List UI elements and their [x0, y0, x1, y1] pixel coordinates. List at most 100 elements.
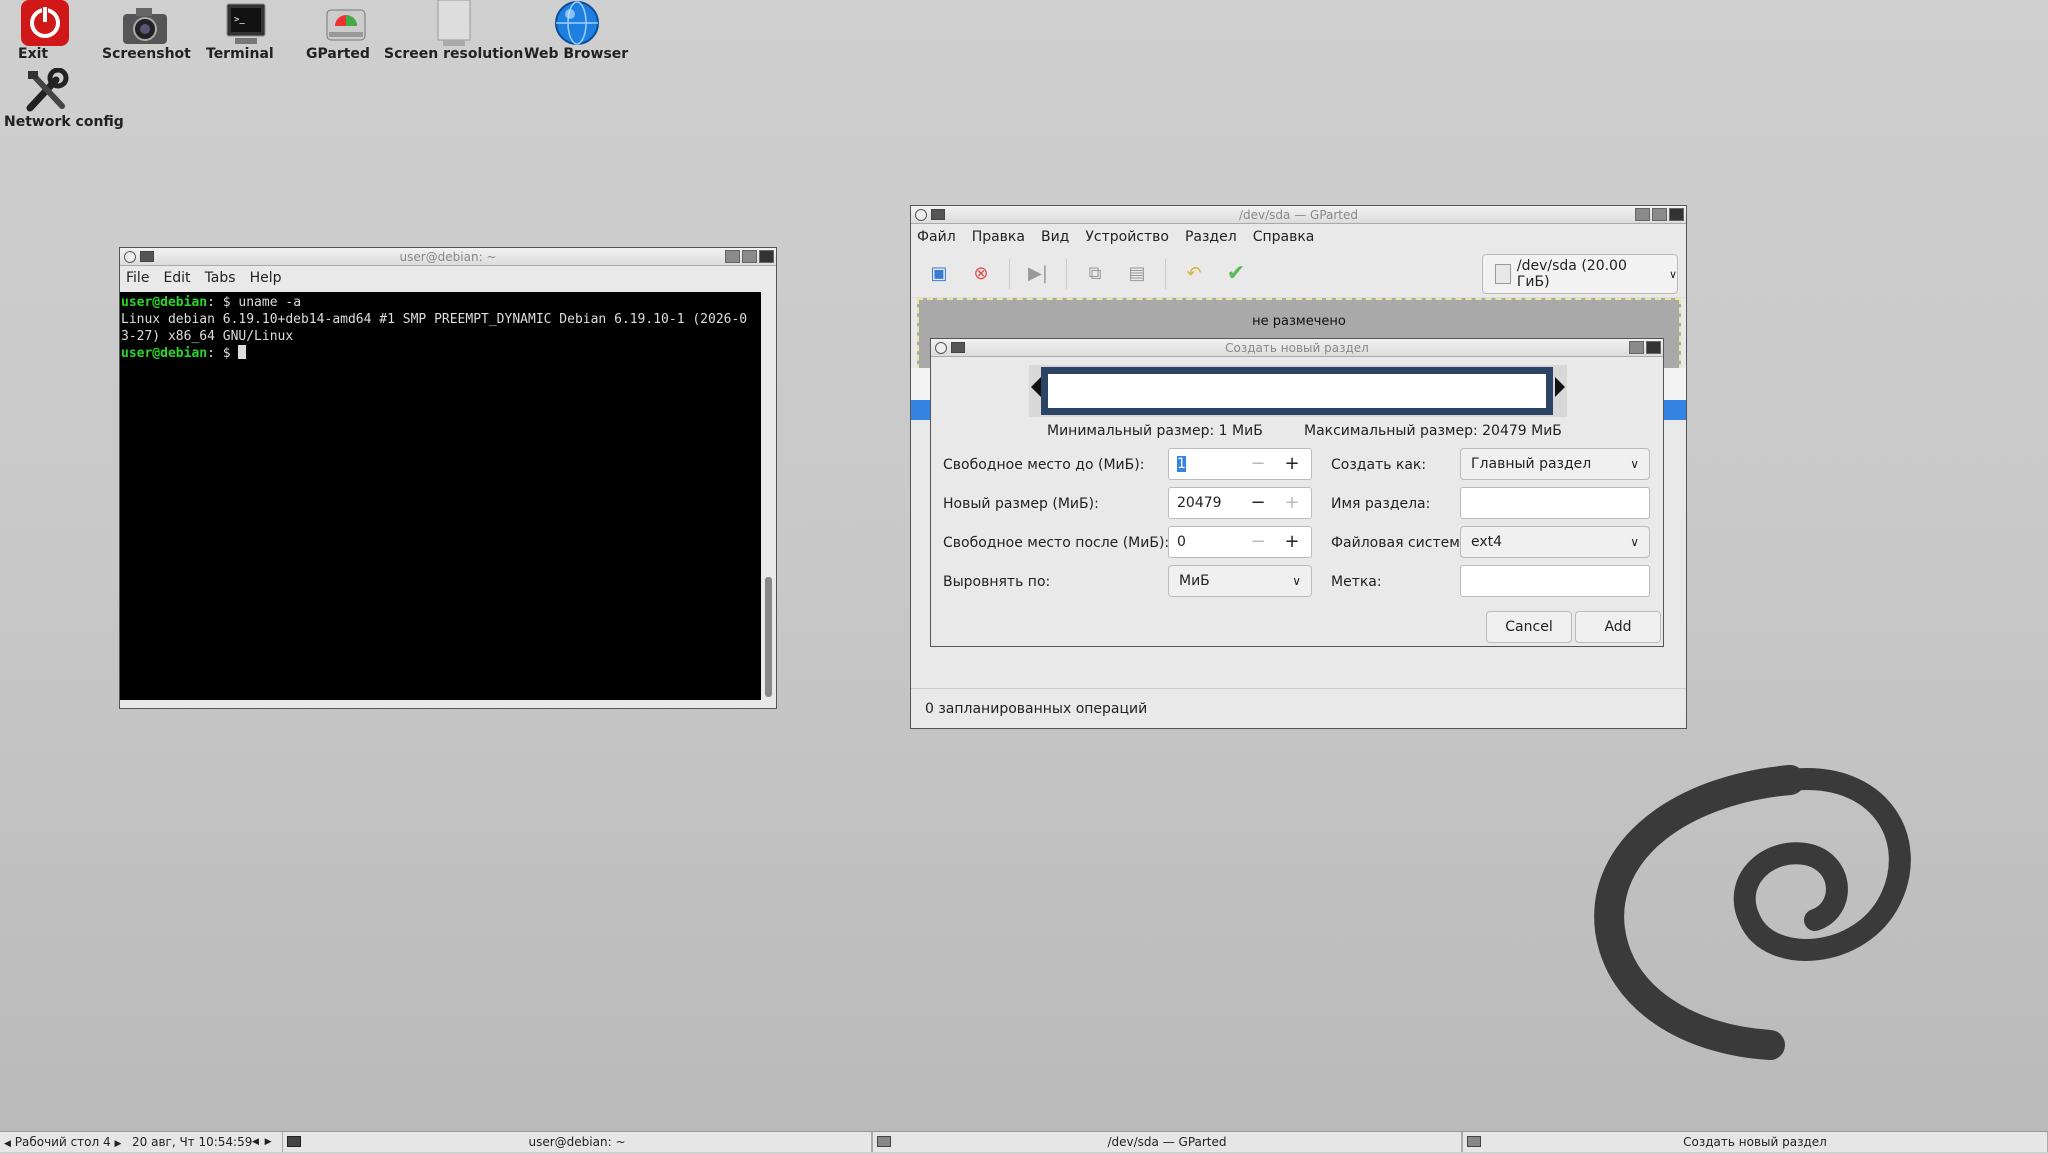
prompt-suffix: : $: [207, 295, 239, 310]
undo-icon[interactable]: ↶: [1180, 260, 1208, 288]
resizer-right-handle[interactable]: [1555, 377, 1565, 397]
network-config-launcher[interactable]: Network config: [4, 67, 124, 130]
window-menu-icon[interactable]: [915, 209, 927, 221]
menu-tabs[interactable]: Tabs: [205, 270, 236, 286]
dialog-titlebar[interactable]: Создать новый раздел: [931, 339, 1663, 357]
window-menu-icon[interactable]: [124, 251, 136, 263]
exit-label: Exit: [18, 46, 49, 62]
window-menu-icon[interactable]: [935, 342, 947, 354]
screenshot-launcher[interactable]: Screenshot: [102, 0, 191, 62]
terminal-output[interactable]: user@debian: $ uname -a Linux debian 6.1…: [120, 292, 761, 700]
create-partition-dialog: Создать новый раздел Минимальный размер:…: [930, 338, 1664, 647]
scrollbar-thumb[interactable]: [765, 577, 772, 697]
gparted-toolbar: ▣ ⊗ ▶| ⧉ ▤ ↶ ✔ /dev/sda (20.00 ГиБ) ∨: [911, 250, 1686, 298]
maximize-button[interactable]: [742, 250, 757, 263]
filesystem-value: ext4: [1471, 534, 1503, 550]
output-line: Linux debian 6.19.10+deb14-amd64 #1 SMP …: [121, 312, 748, 327]
menu-device[interactable]: Устройство: [1085, 229, 1169, 245]
terminal-launcher[interactable]: >_ Terminal: [206, 0, 286, 62]
align-select[interactable]: МиБ ∨: [1168, 565, 1312, 597]
disk-icon: [1495, 264, 1511, 284]
chevron-down-icon: ∨: [1292, 574, 1301, 588]
gparted-launcher[interactable]: GParted: [306, 0, 386, 62]
resizer-bar[interactable]: [1041, 367, 1553, 415]
minimize-button[interactable]: [1635, 208, 1650, 221]
create-as-label: Создать как:: [1331, 457, 1427, 473]
filesystem-select[interactable]: ext4 ∨: [1460, 526, 1650, 558]
menu-partition[interactable]: Раздел: [1185, 229, 1237, 245]
exit-launcher[interactable]: Exit: [18, 0, 72, 62]
partition-resizer[interactable]: [1029, 365, 1567, 417]
menu-edit[interactable]: Правка: [972, 229, 1025, 245]
status-bar: 0 запланированных операций: [911, 688, 1686, 728]
resize-move-icon[interactable]: ▶|: [1024, 260, 1052, 288]
decrement-button[interactable]: −: [1241, 527, 1275, 559]
web-browser-launcher[interactable]: Web Browser: [524, 0, 630, 62]
close-button[interactable]: [759, 250, 774, 263]
label-input[interactable]: [1460, 565, 1650, 597]
arrow-left-icon[interactable]: ◀: [4, 1139, 11, 1149]
clock: 20 авг, Чт 10:54:59: [132, 1135, 253, 1149]
task-gparted[interactable]: /dev/sda — GParted: [872, 1132, 1462, 1152]
terminal-menubar: File Edit Tabs Help: [120, 266, 776, 290]
free-after-value: 0: [1177, 534, 1186, 550]
increment-button[interactable]: +: [1275, 527, 1309, 559]
copy-icon[interactable]: ⧉: [1081, 260, 1109, 288]
minimize-button[interactable]: [725, 250, 740, 263]
paste-icon[interactable]: ▤: [1123, 260, 1151, 288]
decrement-button[interactable]: −: [1241, 449, 1275, 481]
text-cursor: [238, 345, 247, 359]
new-size-input[interactable]: 20479 − +: [1168, 487, 1312, 519]
partition-name-input[interactable]: [1460, 487, 1650, 519]
task-dialog[interactable]: Создать новый раздел: [1462, 1132, 2048, 1152]
terminal-titlebar[interactable]: user@debian: ~: [120, 248, 776, 266]
menu-file[interactable]: File: [126, 270, 149, 286]
maximize-button[interactable]: [1652, 208, 1667, 221]
arrow-right-icon[interactable]: ▶: [114, 1139, 121, 1149]
close-button[interactable]: [1646, 341, 1661, 354]
device-selector[interactable]: /dev/sda (20.00 ГиБ) ∨: [1482, 254, 1678, 294]
workspace-label: Рабочий стол 4: [14, 1135, 111, 1149]
cancel-button[interactable]: Cancel: [1486, 611, 1572, 643]
prompt-user: user@debian: [121, 295, 208, 310]
chevron-down-icon: ∨: [1630, 535, 1639, 549]
workspace-switcher[interactable]: ◀ Рабочий стол 4 ▶: [4, 1132, 124, 1152]
free-before-input[interactable]: 1 − +: [1168, 448, 1312, 480]
increment-button[interactable]: +: [1275, 488, 1309, 520]
decrement-button[interactable]: −: [1241, 488, 1275, 520]
prompt-suffix: : $: [207, 346, 239, 361]
create-as-value: Главный раздел: [1471, 456, 1592, 472]
task-terminal[interactable]: user@debian: ~: [282, 1132, 872, 1152]
screen-resolution-launcher[interactable]: Screen resolution: [384, 0, 524, 62]
menu-file[interactable]: Файл: [917, 229, 956, 245]
delete-icon[interactable]: ⊗: [967, 260, 995, 288]
menu-help[interactable]: Справка: [1253, 229, 1315, 245]
output-line: 3-27) x86_64 GNU/Linux: [121, 329, 294, 344]
menu-help[interactable]: Help: [250, 270, 282, 286]
free-after-input[interactable]: 0 − +: [1168, 526, 1312, 558]
screen-resolution-label: Screen resolution: [384, 46, 524, 62]
gparted-icon: [320, 0, 372, 50]
gparted-small-icon: [931, 209, 945, 220]
toolbar-separator: [1066, 258, 1067, 289]
gparted-titlebar[interactable]: /dev/sda — GParted: [911, 206, 1686, 224]
create-as-select[interactable]: Главный раздел ∨: [1460, 448, 1650, 480]
terminal-task-icon: [287, 1136, 301, 1147]
increment-button[interactable]: +: [1275, 449, 1309, 481]
terminal-scrollbar[interactable]: [762, 292, 776, 700]
task-nav[interactable]: ◀ ▶: [252, 1132, 272, 1152]
new-size-value: 20479: [1177, 495, 1222, 511]
gparted-label: GParted: [306, 46, 370, 62]
network-config-label: Network config: [4, 114, 124, 130]
pending-operations: 0 запланированных операций: [925, 701, 1148, 717]
close-button[interactable]: [1669, 208, 1684, 221]
new-partition-icon[interactable]: ▣: [925, 260, 953, 288]
menu-edit[interactable]: Edit: [163, 270, 190, 286]
minimize-button[interactable]: [1629, 341, 1644, 354]
task-gparted-label: /dev/sda — GParted: [1107, 1135, 1227, 1149]
apply-icon[interactable]: ✔: [1222, 260, 1250, 288]
resizer-left-handle[interactable]: [1031, 377, 1041, 397]
prompt-user: user@debian: [121, 346, 208, 361]
menu-view[interactable]: Вид: [1041, 229, 1069, 245]
add-button[interactable]: Add: [1575, 611, 1661, 643]
